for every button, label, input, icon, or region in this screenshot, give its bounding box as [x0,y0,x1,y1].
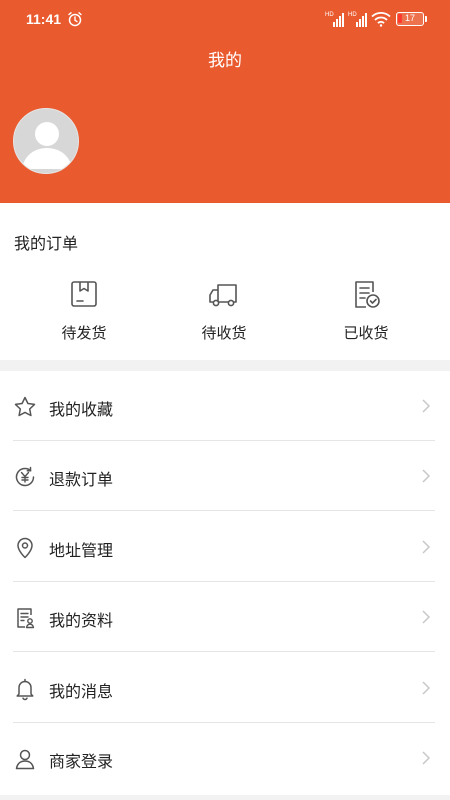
receipt-check-icon [355,281,380,308]
profile-header: 11:41 HD HD 17 我的 [0,0,450,203]
order-label: 待收货 [201,324,247,342]
star-icon [14,396,36,417]
chevron-right-icon [422,751,431,765]
order-received[interactable]: 已收货 [301,277,431,343]
menu-item-label: 我的消息 [49,682,114,701]
my-orders-title[interactable]: 我的订单 [14,230,78,254]
svg-text:HD: HD [348,12,357,18]
menu-item-label: 我的资料 [49,611,114,630]
chevron-right-icon [422,469,431,483]
battery-percent: 17 [404,13,415,23]
my-orders-card: 我的订单 待发货 待收货 已收货 [0,203,450,360]
order-label: 已收货 [343,324,389,342]
order-pending-shipment[interactable]: 待发货 [19,277,149,343]
chevron-right-icon [422,681,431,695]
menu-item-refund-orders[interactable]: 退款订单 [0,441,450,511]
battery-tip [425,16,427,22]
menu-item-address-management[interactable]: 地址管理 [0,512,450,582]
profile-document-icon [17,608,35,629]
bell-icon [16,678,34,701]
menu-item-label: 退款订单 [49,470,114,489]
chevron-right-icon [422,610,431,624]
page-title: 我的 [208,51,242,71]
yen-refund-icon [15,466,35,487]
divider [13,510,435,511]
default-avatar-icon [22,122,72,169]
divider [13,651,435,652]
menu-item-merchant-login[interactable]: 商家登录 [0,723,450,793]
alarm-icon [68,12,82,27]
location-pin-icon [17,537,33,559]
svg-text:HD: HD [325,12,334,18]
menu-item-label: 商家登录 [49,752,114,771]
order-label: 待发货 [61,324,107,342]
menu-item-my-profile[interactable]: 我的资料 [0,582,450,652]
status-bar: 11:41 HD HD 17 [0,0,450,38]
menu-item-favorites[interactable]: 我的收藏 [0,371,450,441]
status-time: 11:41 [26,11,62,27]
package-box-icon [71,281,97,307]
avatar[interactable] [13,108,79,174]
battery-icon: 17 [396,12,424,26]
user-icon [15,749,35,770]
wifi-icon [371,12,391,27]
signal-icon: HD [325,12,344,27]
delivery-truck-icon [209,284,237,307]
chevron-right-icon [422,399,431,413]
chevron-right-icon [422,540,431,554]
signal-icon: HD [348,12,367,27]
menu-item-label: 我的收藏 [49,400,114,419]
menu-list: 我的收藏 退款订单 地址管理 我的资料 我的消息 商家登录 [0,371,450,795]
menu-item-my-messages[interactable]: 我的消息 [0,653,450,723]
order-pending-receipt[interactable]: 待收货 [159,277,289,343]
menu-item-label: 地址管理 [49,541,114,560]
